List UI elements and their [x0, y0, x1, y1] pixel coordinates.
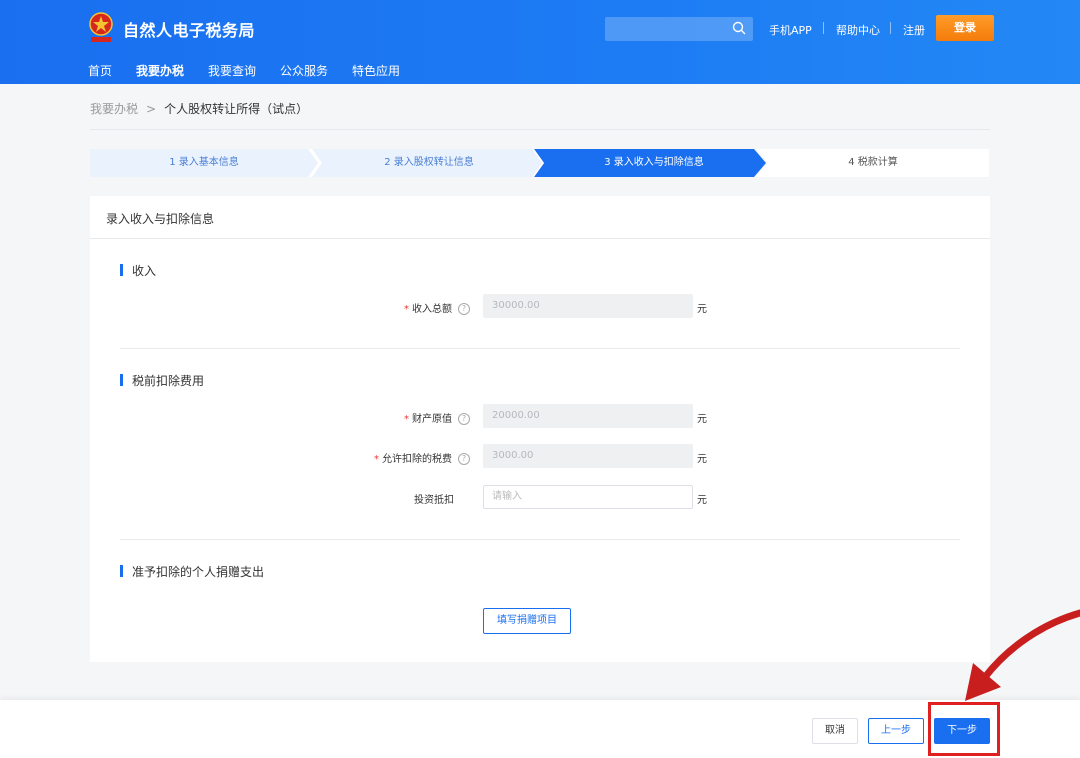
step-1: 1 录入基本信息 — [169, 157, 239, 168]
nav-home[interactable]: 首页 — [88, 62, 112, 79]
site-title[interactable]: 自然人电子税务局 — [123, 17, 255, 41]
unit-yuan: 元 — [697, 495, 707, 506]
deductible-tax-text: 允许扣除的税费 — [382, 454, 452, 465]
breadcrumb-separator: > — [146, 102, 157, 116]
link-separator — [890, 22, 891, 34]
help-icon[interactable]: ? — [458, 413, 470, 425]
step-4: 4 税款计算 — [848, 157, 898, 168]
search-input[interactable] — [605, 17, 753, 41]
highlight-box — [928, 702, 1000, 756]
investment-offset-input[interactable]: 请输入 — [483, 485, 693, 509]
income-total-label: * 收入总额? — [270, 300, 470, 315]
pointer-arrow-icon — [965, 609, 1080, 701]
mobile-app-link[interactable]: 手机APP — [769, 22, 812, 38]
step-3: 3 录入收入与扣除信息 — [604, 157, 704, 168]
investment-offset-label: 投资抵扣 — [414, 495, 454, 506]
register-link[interactable]: 注册 — [903, 22, 925, 38]
nav-featured-apps[interactable]: 特色应用 — [352, 62, 400, 79]
card-title: 录入收入与扣除信息 — [106, 212, 215, 226]
login-button[interactable]: 登录 — [936, 15, 994, 41]
tax-emblem-icon — [89, 12, 113, 42]
income-total-input[interactable]: 30000.00 — [483, 294, 693, 318]
property-value-input[interactable]: 20000.00 — [483, 404, 693, 428]
income-deduction-card: 录入收入与扣除信息 收入 * 收入总额? 30000.00 元 税前扣除费用 * 财… — [90, 196, 990, 662]
search-icon[interactable] — [732, 21, 746, 35]
step-progress: 1 录入基本信息 2 录入股权转让信息 3 录入收入与扣除信息 4 税款计算 — [90, 149, 989, 177]
nav-query[interactable]: 我要查询 — [208, 62, 256, 79]
help-icon[interactable]: ? — [458, 303, 470, 315]
fill-donation-button[interactable]: 填写捐赠项目 — [483, 608, 571, 634]
breadcrumb: 我要办税 > 个人股权转让所得（试点） — [90, 100, 308, 117]
help-center-link[interactable]: 帮助中心 — [836, 22, 880, 38]
unit-yuan: 元 — [697, 414, 707, 425]
deductible-tax-input[interactable]: 3000.00 — [483, 444, 693, 468]
breadcrumb-divider — [90, 129, 990, 130]
breadcrumb-current: 个人股权转让所得（试点） — [164, 102, 309, 116]
cancel-button[interactable]: 取消 — [812, 718, 858, 744]
income-section-title: 收入 — [120, 262, 156, 279]
required-mark: * — [374, 454, 379, 465]
nav-tax-filing[interactable]: 我要办税 — [136, 62, 184, 79]
section-divider — [120, 348, 960, 349]
breadcrumb-home[interactable]: 我要办税 — [90, 102, 138, 116]
deductible-tax-label: * 允许扣除的税费? — [270, 450, 470, 465]
section-divider — [120, 539, 960, 540]
required-mark: * — [404, 414, 409, 425]
top-header: 自然人电子税务局 手机APP 帮助中心 注册 登录 首页 我要办税 我要查询 公… — [0, 0, 1080, 84]
property-value-label: * 财产原值? — [270, 410, 470, 425]
footer-action-bar: 取消 上一步 下一步 — [0, 700, 1080, 758]
deduction-section-title: 税前扣除费用 — [120, 372, 204, 389]
donation-section-title: 准予扣除的个人捐赠支出 — [120, 563, 264, 580]
link-separator — [823, 22, 824, 34]
card-header-divider — [90, 238, 990, 239]
help-icon[interactable]: ? — [458, 453, 470, 465]
previous-step-button[interactable]: 上一步 — [868, 718, 924, 744]
unit-yuan: 元 — [697, 454, 707, 465]
unit-yuan: 元 — [697, 304, 707, 315]
required-mark: * — [404, 304, 409, 315]
nav-public-service[interactable]: 公众服务 — [280, 62, 328, 79]
step-2: 2 录入股权转让信息 — [384, 157, 474, 168]
property-value-text: 财产原值 — [412, 414, 452, 425]
income-total-text: 收入总额 — [412, 304, 452, 315]
